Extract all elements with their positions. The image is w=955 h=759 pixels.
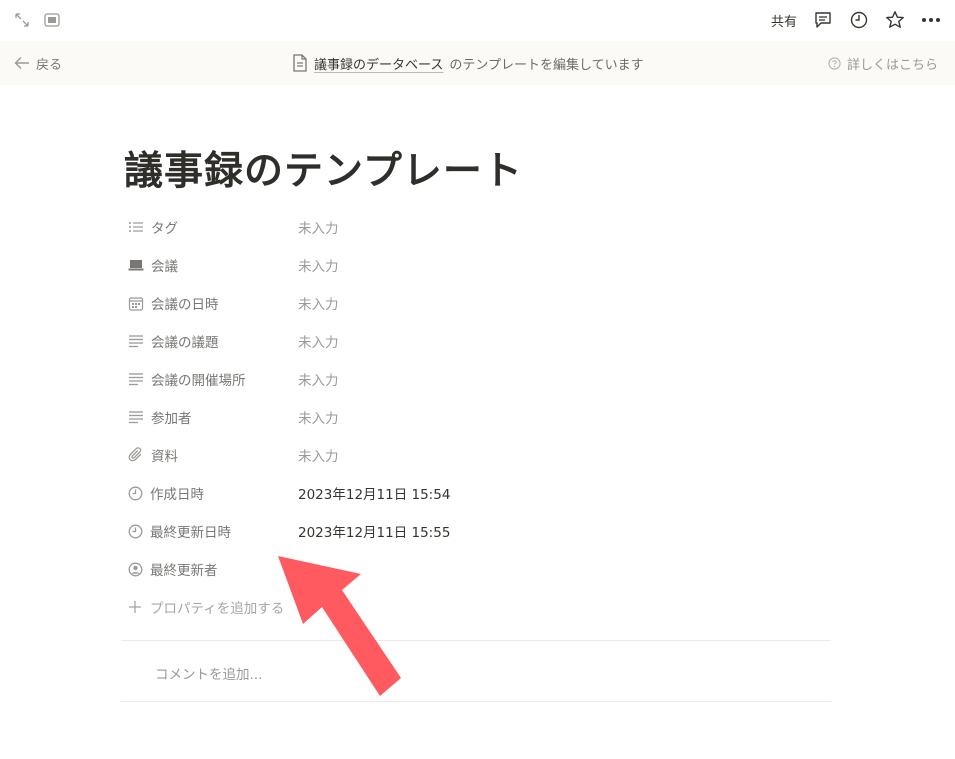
- property-label-text: タグ: [151, 221, 178, 237]
- person-icon: [128, 562, 143, 576]
- property-label: 参加者: [124, 407, 298, 427]
- add-property-button[interactable]: プロパティを追加する: [124, 588, 834, 626]
- property-row-materials[interactable]: 資料 未入力: [124, 436, 834, 474]
- topbar-left: [12, 10, 62, 30]
- template-banner: 戻る 議事録のデータベース のテンプレートを編集しています 詳しくはこちら: [0, 41, 955, 85]
- property-label-text: 最終更新日時: [150, 525, 231, 541]
- property-row-participants[interactable]: 参加者 未入力: [124, 398, 834, 436]
- property-value[interactable]: 未入力: [298, 407, 339, 427]
- topbar-right: 共有: [771, 10, 941, 30]
- text-icon: [129, 373, 143, 386]
- property-label: 資料: [124, 445, 298, 465]
- property-value: 2023年12月11日 15:55: [298, 525, 451, 541]
- property-row-meeting-datetime[interactable]: 会議の日時 未入力: [124, 284, 834, 322]
- property-label-text: 会議の日時: [151, 297, 219, 313]
- page-title[interactable]: 議事録のテンプレート: [124, 140, 523, 196]
- property-label-text: 会議の議題: [151, 335, 219, 351]
- property-label: 最終更新日時: [124, 521, 298, 541]
- clock-icon: [128, 524, 143, 538]
- property-value[interactable]: 未入力: [298, 369, 339, 389]
- property-label: タグ: [124, 217, 298, 237]
- property-value: 2023年12月11日 15:54: [298, 487, 451, 503]
- property-label: 会議の開催場所: [124, 369, 298, 389]
- arrow-left-icon: [14, 57, 29, 69]
- sidebar-toggle-icon[interactable]: [42, 10, 62, 30]
- property-label: 作成日時: [124, 483, 298, 503]
- text-icon: [129, 335, 143, 348]
- star-icon[interactable]: [885, 10, 905, 30]
- property-value[interactable]: 未入力: [298, 445, 339, 465]
- property-row-tag[interactable]: タグ 未入力: [124, 208, 834, 246]
- property-row-created-time[interactable]: 作成日時 2023年12月11日 15:54: [124, 474, 834, 512]
- text-icon: [129, 411, 143, 424]
- editing-text: のテンプレートを編集しています: [449, 57, 644, 73]
- laptop-icon: [128, 260, 144, 271]
- property-label: 会議: [124, 255, 298, 275]
- comment-icon[interactable]: [813, 10, 833, 30]
- list-icon: [129, 222, 143, 232]
- property-label-text: 参加者: [151, 411, 192, 427]
- property-label: 会議の日時: [124, 293, 298, 313]
- banner-message: 議事録のデータベース のテンプレートを編集しています: [292, 54, 644, 73]
- back-label: 戻る: [36, 57, 63, 73]
- property-value[interactable]: 未入力: [298, 331, 339, 351]
- page-icon: [293, 54, 307, 72]
- property-row-last-edited-by[interactable]: 最終更新者: [124, 550, 834, 588]
- add-property-label: プロパティを追加する: [150, 601, 285, 617]
- property-value[interactable]: 未入力: [298, 217, 339, 237]
- property-row-last-edited-time[interactable]: 最終更新日時 2023年12月11日 15:55: [124, 512, 834, 550]
- divider-bottom: [121, 701, 831, 702]
- question-icon: [828, 56, 841, 70]
- clock-icon: [128, 486, 143, 500]
- property-list: タグ 未入力 会議 未入力 会議の日時 未入力 会議の議題 未入力 会議の開催場…: [124, 208, 834, 626]
- help-label: 詳しくはこちら: [846, 57, 938, 73]
- property-label-text: 会議: [151, 259, 178, 275]
- property-value[interactable]: 未入力: [298, 255, 339, 275]
- property-value[interactable]: 未入力: [298, 293, 339, 313]
- property-label: 会議の議題: [124, 331, 298, 351]
- expand-icon[interactable]: [12, 10, 32, 30]
- annotation-arrow: [278, 556, 401, 696]
- plus-icon: [129, 601, 141, 613]
- property-label-text: 作成日時: [150, 487, 204, 503]
- property-label-text: 最終更新者: [150, 563, 218, 579]
- clock-icon[interactable]: [849, 10, 869, 30]
- property-row-agenda[interactable]: 会議の議題 未入力: [124, 322, 834, 360]
- paperclip-icon: [128, 447, 142, 462]
- database-link[interactable]: 議事録のデータベース: [314, 54, 443, 73]
- calendar-icon: [128, 296, 144, 311]
- property-row-meeting[interactable]: 会議 未入力: [124, 246, 834, 284]
- comment-input[interactable]: コメントを追加...: [155, 663, 262, 683]
- property-label-text: 資料: [151, 449, 178, 465]
- more-icon[interactable]: [921, 10, 941, 30]
- divider-top: [121, 640, 831, 641]
- property-row-venue[interactable]: 会議の開催場所 未入力: [124, 360, 834, 398]
- share-button[interactable]: 共有: [771, 11, 797, 30]
- help-link[interactable]: 詳しくはこちら: [828, 54, 938, 73]
- property-label-text: 会議の開催場所: [151, 373, 246, 389]
- back-button[interactable]: 戻る: [14, 54, 62, 73]
- top-bar: 共有: [0, 0, 955, 40]
